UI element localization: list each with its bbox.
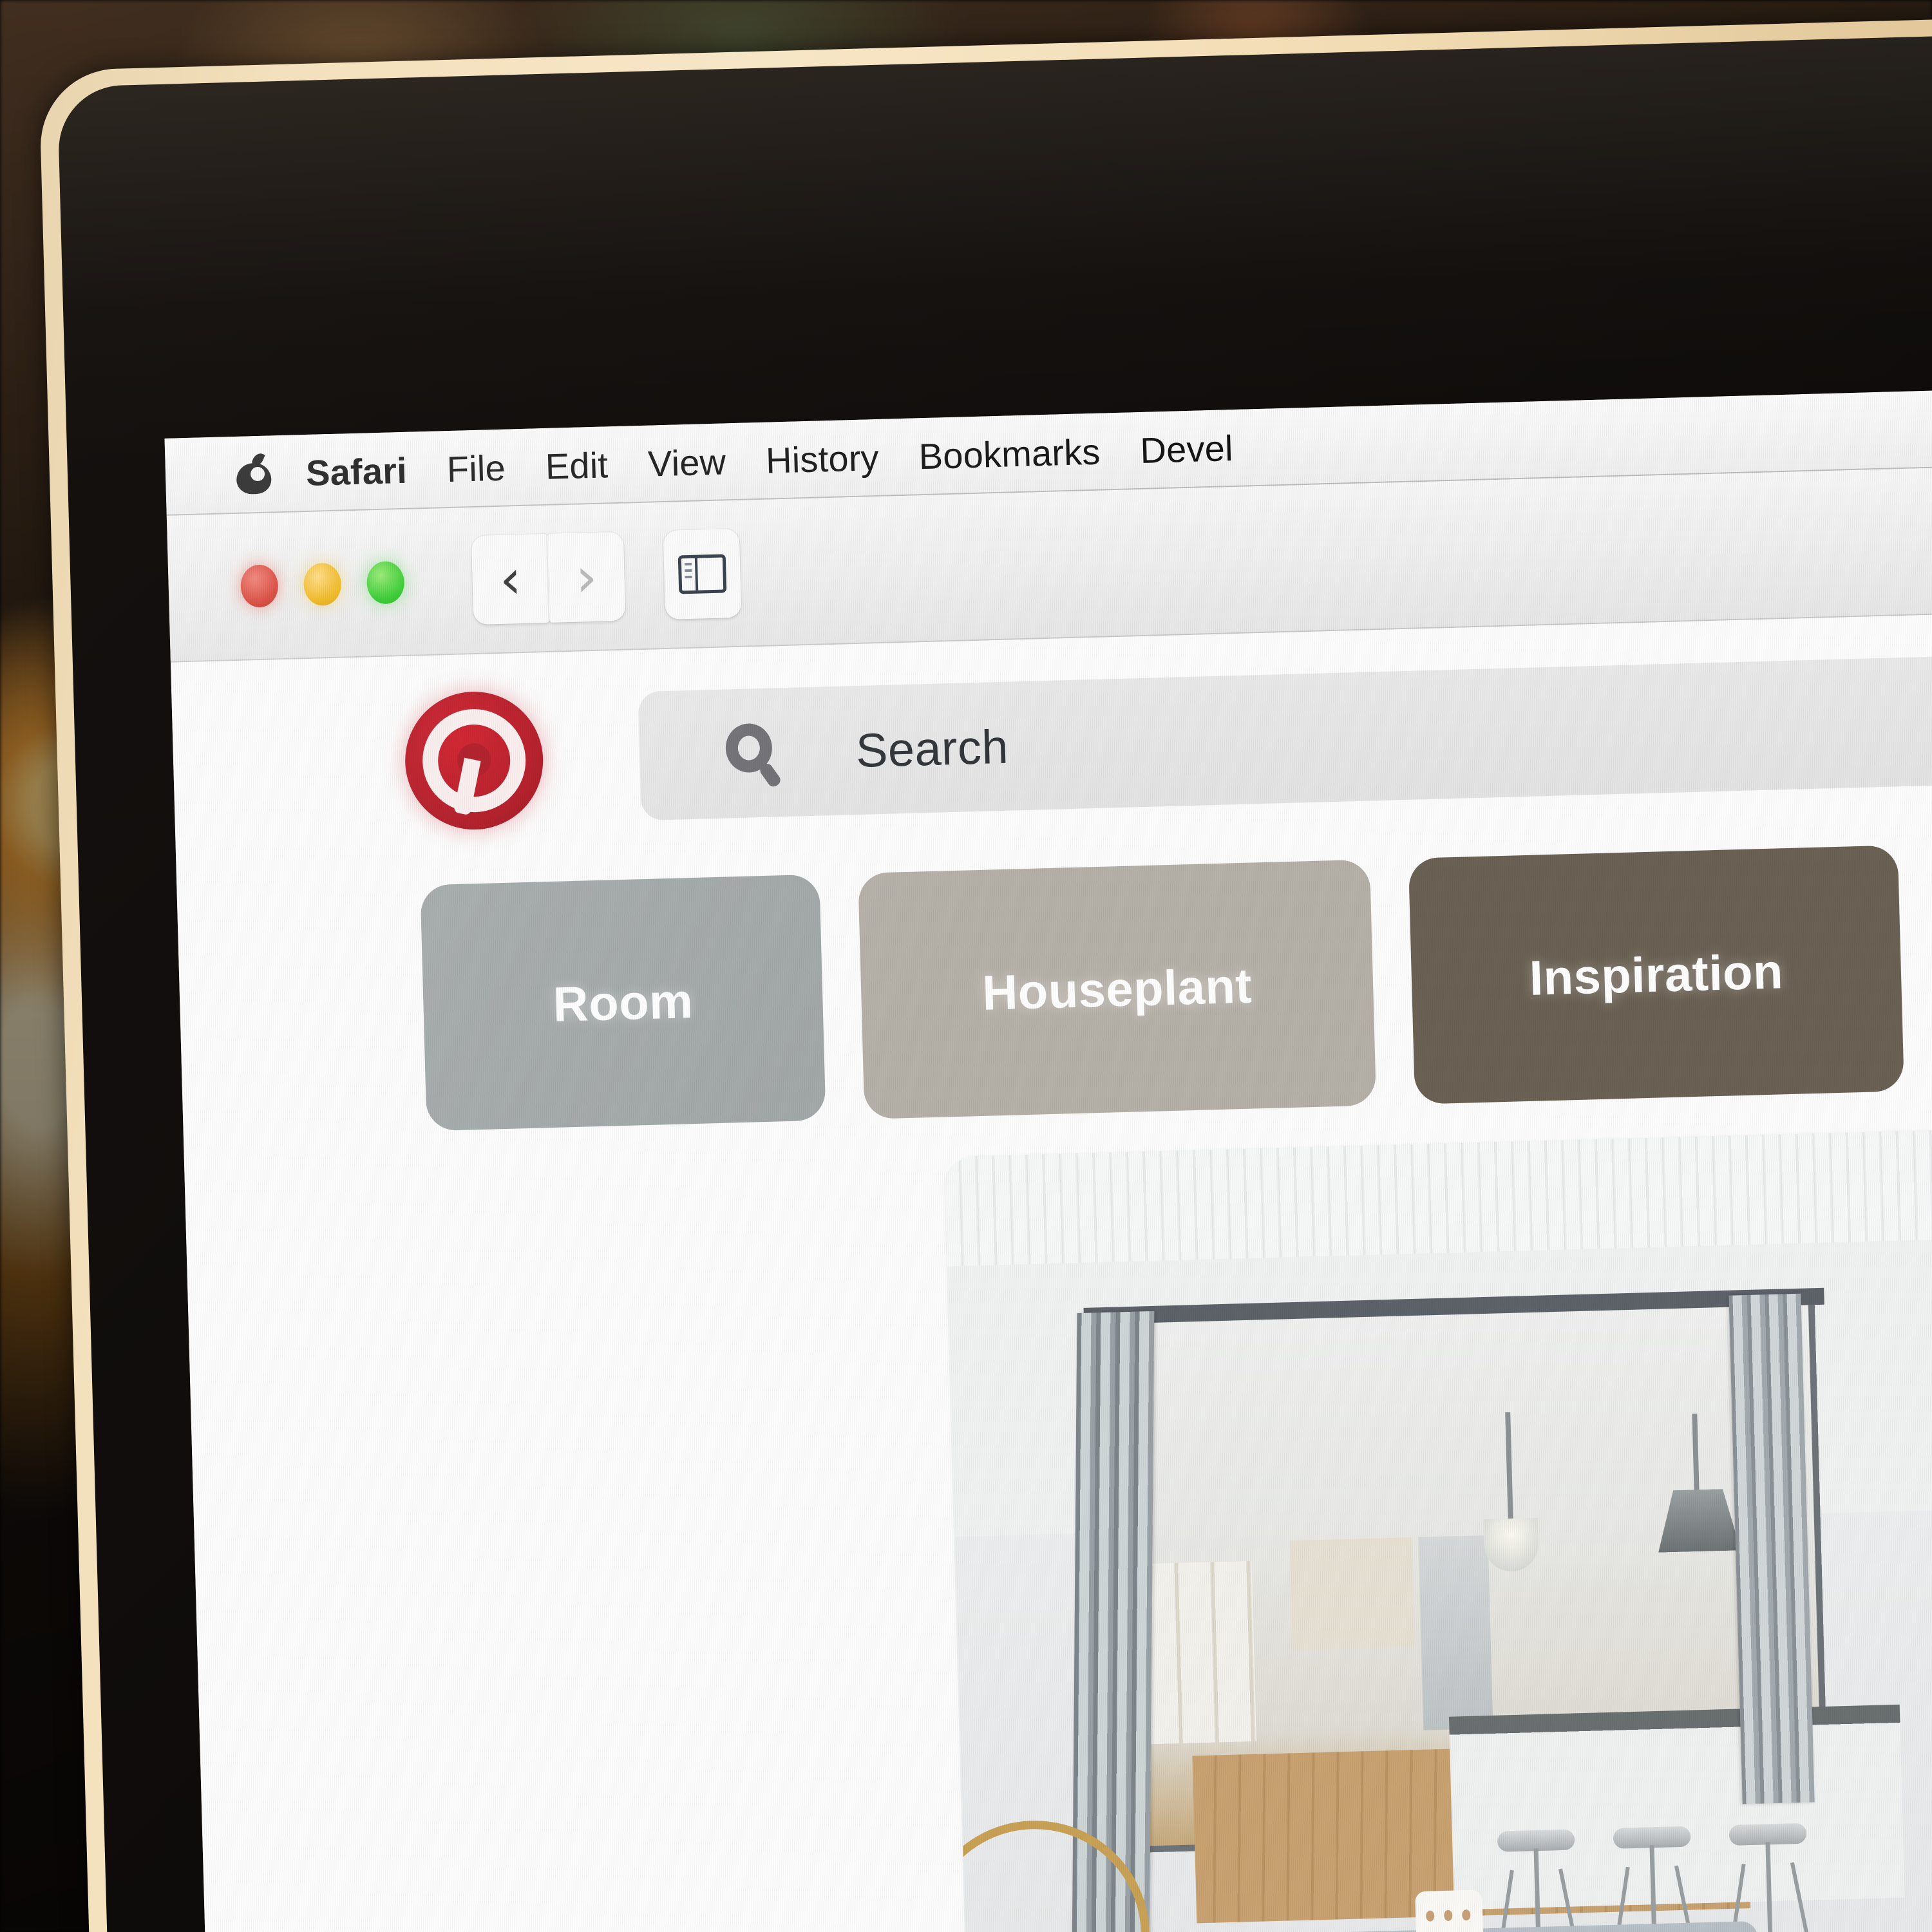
search-magnifier-icon <box>724 723 786 789</box>
pin-image-kitchen <box>944 1128 1932 1932</box>
category-pill-label: Houseplant <box>981 958 1253 1021</box>
search-placeholder: Search <box>855 719 1009 777</box>
apple-logo-icon[interactable] <box>236 451 272 495</box>
pinterest-page: Search Room Houseplant Inspiration G <box>170 610 1932 1932</box>
sidebar-toggle-icon <box>677 554 727 594</box>
decor-vase <box>1415 1889 1486 1932</box>
navigation-buttons: ‹ › <box>471 531 626 625</box>
chevron-left-icon: ‹ <box>498 547 522 611</box>
pin-card-kitchen[interactable] <box>944 1128 1932 1932</box>
menu-item-history[interactable]: History <box>765 436 879 481</box>
category-pill-inspiration[interactable]: Inspiration <box>1408 845 1904 1104</box>
category-pill-label: Inspiration <box>1528 943 1784 1006</box>
category-pill-houseplant[interactable]: Houseplant <box>858 859 1377 1119</box>
sidebar-toggle-button[interactable] <box>663 528 742 620</box>
menu-item-view[interactable]: View <box>647 440 726 484</box>
menu-item-bookmarks[interactable]: Bookmarks <box>918 430 1101 477</box>
pin-masonry-grid <box>185 1125 1932 1932</box>
pinterest-logo-icon[interactable] <box>403 690 545 831</box>
menu-item-develop[interactable]: Devel <box>1140 427 1234 471</box>
search-input[interactable]: Search <box>638 652 1932 821</box>
chevron-right-icon: › <box>574 545 598 609</box>
zoom-window-button[interactable] <box>366 560 405 605</box>
minimize-window-button[interactable] <box>303 562 342 607</box>
close-window-button[interactable] <box>240 564 279 608</box>
forward-button[interactable]: › <box>547 531 626 623</box>
photo-of-laptop-scene: Safari File Edit View History Bookmarks … <box>0 0 1932 1932</box>
laptop-display: Safari File Edit View History Bookmarks … <box>164 386 1932 1932</box>
menu-item-file[interactable]: File <box>446 446 506 489</box>
menu-item-safari[interactable]: Safari <box>305 449 408 493</box>
back-button[interactable]: ‹ <box>471 533 550 625</box>
laptop-lid: Safari File Edit View History Bookmarks … <box>39 15 1932 1932</box>
category-pill-room[interactable]: Room <box>420 874 826 1132</box>
menu-item-edit[interactable]: Edit <box>545 444 609 488</box>
window-controls <box>240 560 431 608</box>
category-pill-row: Room Houseplant Inspiration G <box>177 839 1932 1150</box>
category-pill-label: Room <box>552 973 694 1032</box>
